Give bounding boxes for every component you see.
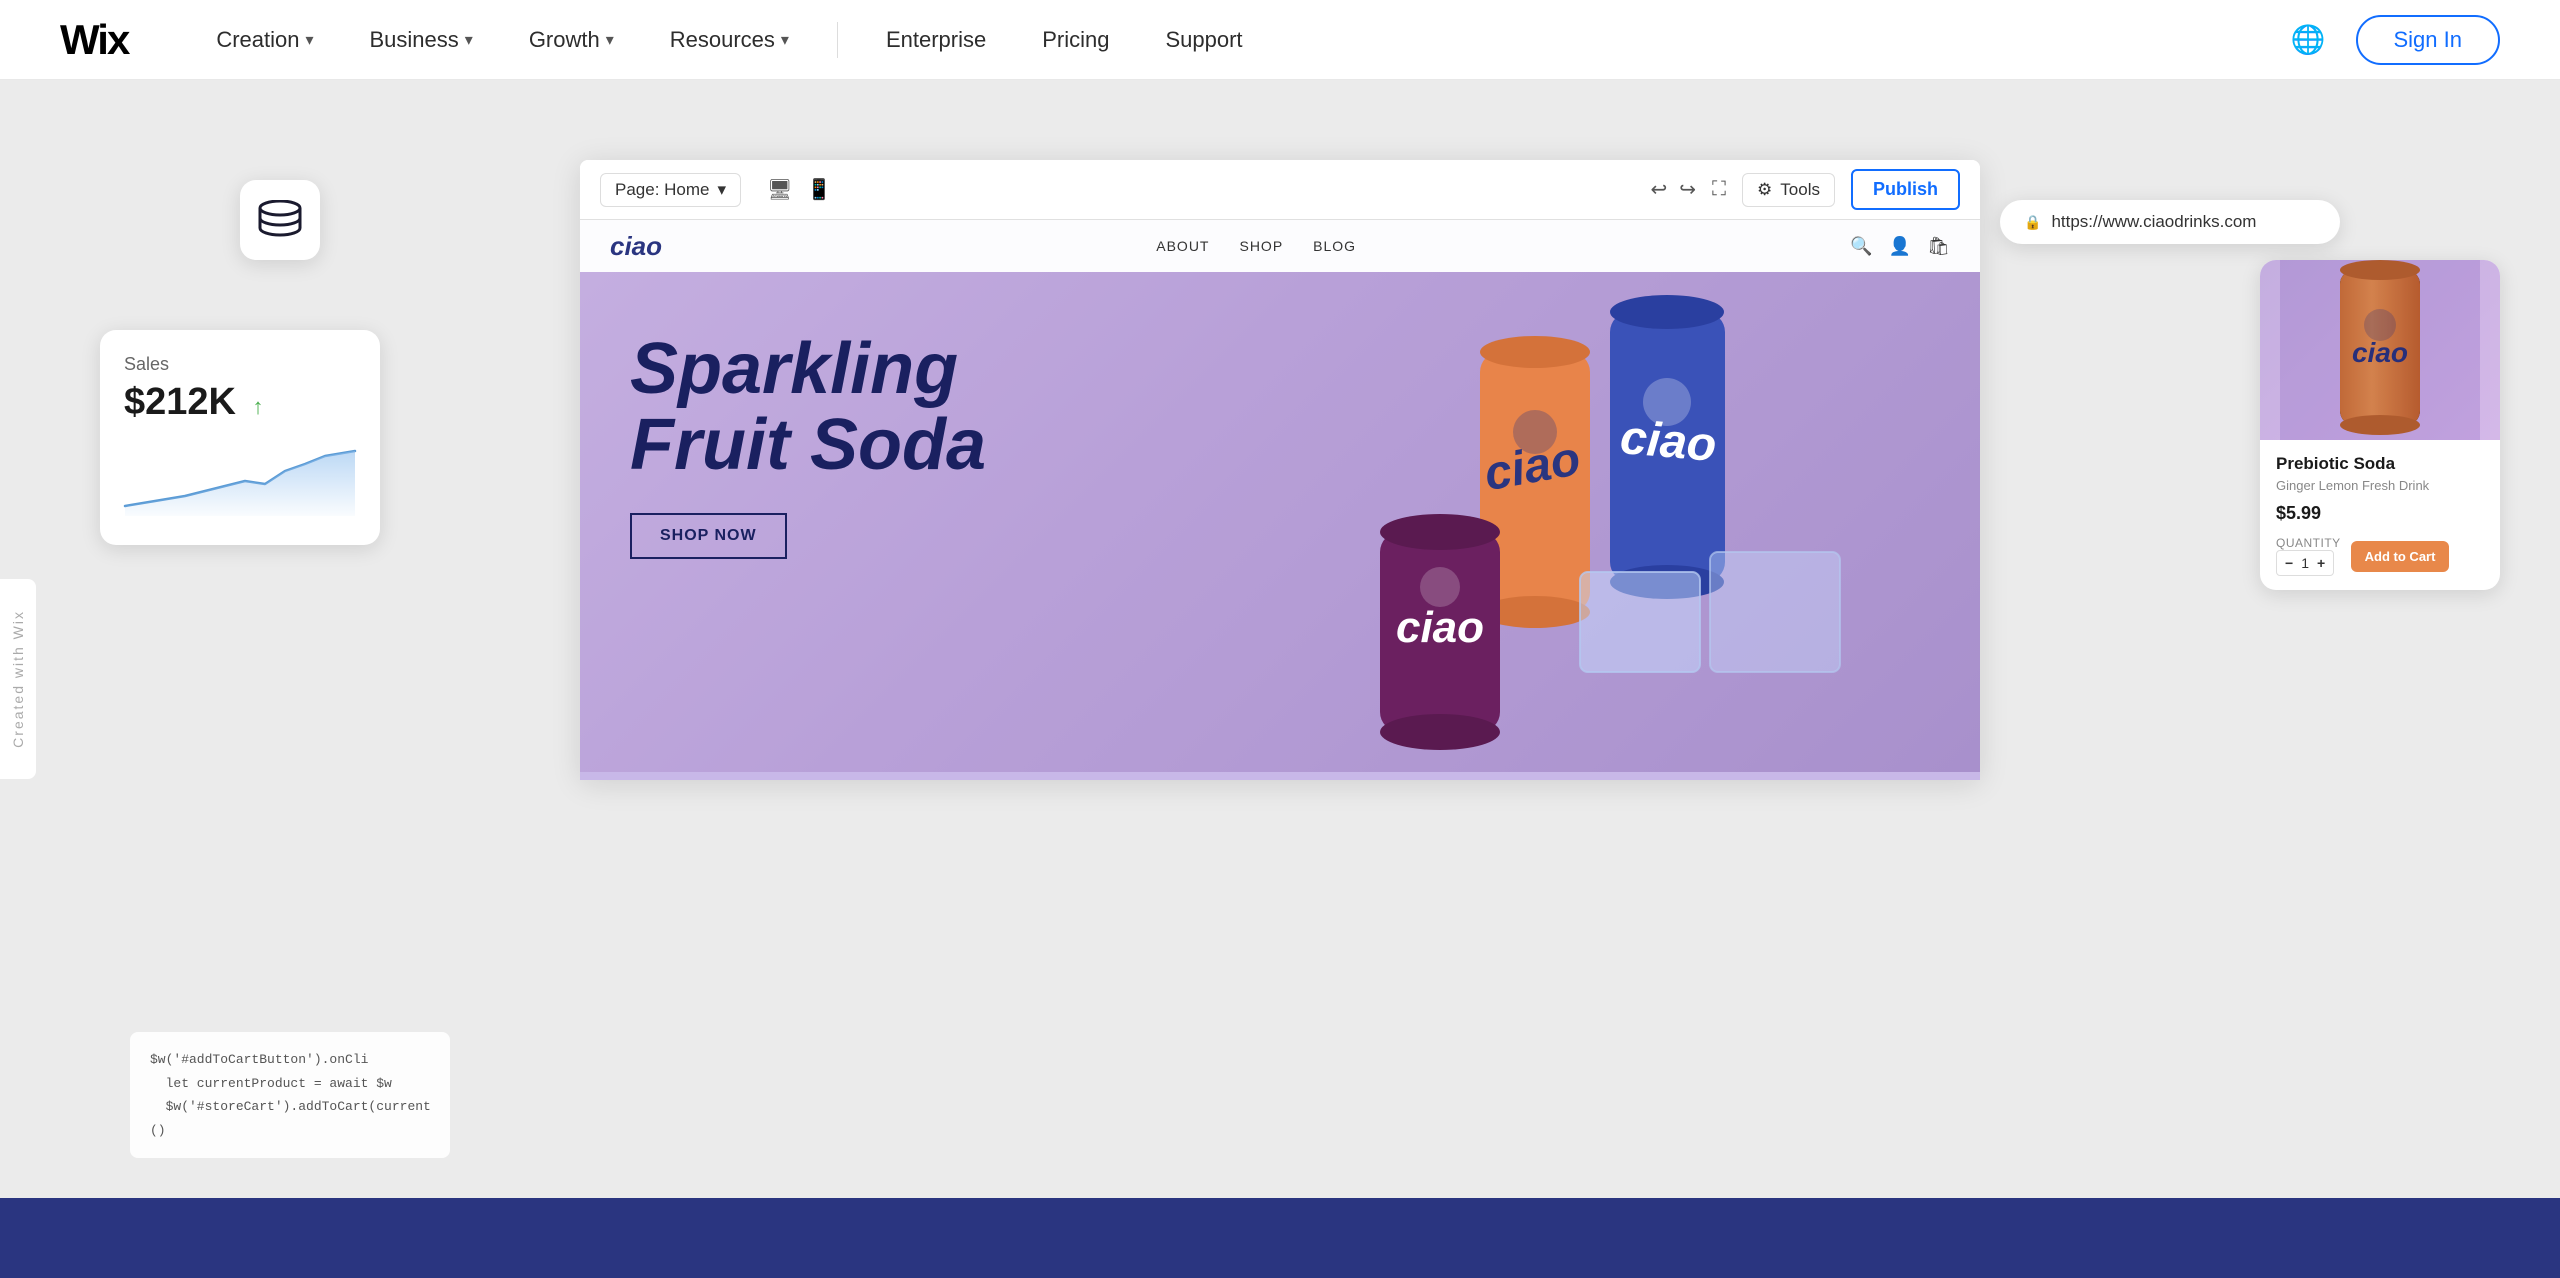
nav-item-support[interactable]: Support: [1137, 27, 1270, 53]
quantity-decrease-icon[interactable]: −: [2285, 555, 2293, 571]
footer-bar: [0, 1198, 2560, 1278]
navbar: Wix Creation ▾ Business ▾ Growth ▾ Resou…: [0, 0, 2560, 80]
nav-links: Creation ▾ Business ▾ Growth ▾ Resources…: [188, 22, 2290, 58]
quantity-value: 1: [2301, 555, 2309, 571]
quantity-label: QUANTITY: [2276, 536, 2341, 550]
add-to-cart-button[interactable]: Add to Cart: [2351, 541, 2450, 572]
float-url-bar: 🔒 https://www.ciaodrinks.com: [2000, 200, 2340, 244]
shop-now-button[interactable]: SHOP NOW: [630, 513, 787, 559]
publish-button[interactable]: Publish: [1851, 169, 1960, 210]
site-nav-links: ABOUT SHOP BLOG: [1156, 238, 1356, 254]
quantity-stepper[interactable]: − 1 +: [2276, 550, 2334, 576]
sales-value: $212K ↑: [124, 381, 356, 424]
wix-brand-label: Created with Wix: [10, 610, 26, 748]
product-description: Ginger Lemon Fresh Drink: [2276, 478, 2484, 493]
globe-icon[interactable]: 🌐: [2291, 23, 2326, 56]
nav-item-creation[interactable]: Creation ▾: [188, 27, 341, 53]
product-info: Prebiotic Soda Ginger Lemon Fresh Drink …: [2260, 440, 2500, 590]
undo-redo-controls: ↩ ↪: [1651, 177, 1697, 202]
mobile-view-icon[interactable]: 📱: [806, 177, 831, 202]
quantity-section: QUANTITY − 1 +: [2276, 536, 2341, 576]
wix-brand-bar: Created with Wix: [0, 579, 36, 779]
redo-icon[interactable]: ↪: [1679, 177, 1696, 202]
chevron-down-icon: ▾: [305, 30, 313, 50]
site-logo: ciao: [610, 231, 662, 262]
site-nav: ciao ABOUT SHOP BLOG 🔍 👤 🛍: [580, 220, 1980, 272]
site-preview: ciao ABOUT SHOP BLOG 🔍 👤 🛍 SparklingFrui…: [580, 220, 1980, 780]
nav-divider: [837, 22, 838, 58]
quantity-increase-icon[interactable]: +: [2317, 555, 2325, 571]
float-product-card: ciao Prebiotic Soda Ginger Lemon Fresh D…: [2260, 260, 2500, 590]
nav-item-enterprise[interactable]: Enterprise: [858, 27, 1014, 53]
nav-item-resources[interactable]: Resources ▾: [642, 27, 817, 53]
cart-icon[interactable]: 🛍: [1927, 236, 1950, 257]
nav-item-pricing[interactable]: Pricing: [1014, 27, 1137, 53]
editor-frame: Page: Home ▾ 🖥 📱 ↩ ↪ ⛶ ⚙ Tools Publish: [580, 160, 1980, 780]
product-name: Prebiotic Soda: [2276, 454, 2484, 474]
site-hero: SparklingFruit Soda SHOP NOW ciao: [580, 272, 1980, 772]
toolbar-view-icons: 🖥 📱: [767, 177, 831, 202]
nav-item-business[interactable]: Business ▾: [342, 27, 501, 53]
code-line-1: $w('#addToCartButton').onCli: [150, 1048, 430, 1071]
search-icon[interactable]: 🔍: [1850, 236, 1872, 257]
expand-icon[interactable]: ⛶: [1712, 178, 1726, 201]
site-shop-link[interactable]: SHOP: [1239, 238, 1283, 254]
database-illustration: [256, 200, 304, 240]
product-image: ciao: [2260, 260, 2500, 440]
nav-item-growth[interactable]: Growth ▾: [501, 27, 642, 53]
sales-trend-icon: ↑: [253, 394, 264, 419]
float-code-snippet: $w('#addToCartButton').onCli let current…: [130, 1032, 450, 1158]
sign-in-button[interactable]: Sign In: [2356, 15, 2501, 65]
site-blog-link[interactable]: BLOG: [1313, 238, 1356, 254]
float-database-icon: [240, 180, 320, 260]
chevron-down-icon: ▾: [606, 30, 614, 50]
wix-logo[interactable]: Wix: [60, 16, 128, 64]
nav-right: 🌐 Sign In: [2291, 15, 2500, 65]
product-actions: QUANTITY − 1 + Add to Cart: [2276, 536, 2484, 576]
code-line-4: (): [150, 1119, 430, 1142]
undo-icon[interactable]: ↩: [1651, 177, 1668, 202]
chevron-down-icon: ▾: [781, 30, 789, 50]
lock-icon: 🔒: [2024, 214, 2041, 231]
float-sales-card: Sales $212K ↑: [100, 330, 380, 545]
chevron-down-icon: ▾: [718, 180, 727, 200]
code-line-3: $w('#storeCart').addToCart(currentProduc…: [150, 1095, 430, 1118]
editor-toolbar: Page: Home ▾ 🖥 📱 ↩ ↪ ⛶ ⚙ Tools Publish: [580, 160, 1980, 220]
desktop-view-icon[interactable]: 🖥: [767, 177, 792, 202]
sales-label: Sales: [124, 354, 356, 375]
code-line-2: let currentProduct = await $w: [150, 1072, 430, 1095]
chevron-down-icon: ▾: [465, 30, 473, 50]
page-selector[interactable]: Page: Home ▾: [600, 173, 741, 207]
site-hero-title: SparklingFruit Soda: [630, 332, 1930, 483]
tools-icon: ⚙: [1757, 180, 1772, 200]
sales-chart: [124, 436, 356, 516]
product-can-illustration: ciao: [2280, 260, 2480, 440]
url-text: https://www.ciaodrinks.com: [2051, 212, 2256, 232]
site-nav-icons: 🔍 👤 🛍: [1850, 236, 1950, 257]
account-icon[interactable]: 👤: [1889, 236, 1911, 257]
tools-button[interactable]: ⚙ Tools: [1742, 173, 1835, 207]
main-area: Created with Wix Page: Home ▾ 🖥 📱 ↩ ↪ ⛶ …: [0, 80, 2560, 1278]
site-hero-text: SparklingFruit Soda SHOP NOW: [630, 332, 1930, 712]
product-price: $5.99: [2276, 503, 2484, 524]
site-about-link[interactable]: ABOUT: [1156, 238, 1209, 254]
